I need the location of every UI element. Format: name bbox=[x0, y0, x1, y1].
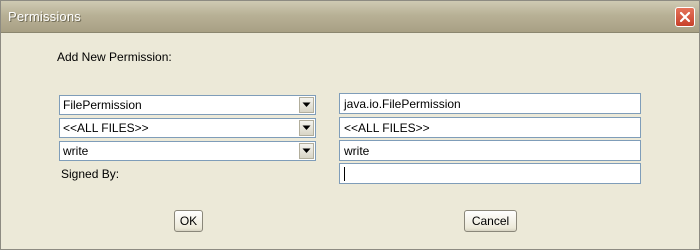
chevron-down-icon bbox=[302, 148, 311, 153]
actions-dropdown[interactable]: write bbox=[59, 141, 316, 161]
ok-button[interactable]: OK bbox=[174, 210, 203, 232]
actions-text: write bbox=[344, 144, 370, 158]
target-name-dropdown-button[interactable] bbox=[299, 120, 314, 136]
close-icon bbox=[679, 11, 691, 23]
permission-type-dropdown[interactable]: FilePermission bbox=[59, 95, 316, 115]
title-bar[interactable]: Permissions bbox=[1, 1, 699, 33]
signed-by-label: Signed By: bbox=[61, 167, 120, 181]
target-name-value: <<ALL FILES>> bbox=[63, 121, 149, 135]
cancel-button[interactable]: Cancel bbox=[464, 210, 517, 232]
permission-type-value: FilePermission bbox=[63, 98, 142, 112]
chevron-down-icon bbox=[302, 102, 311, 107]
text-caret bbox=[344, 167, 345, 181]
permission-type-dropdown-button[interactable] bbox=[299, 97, 314, 113]
chevron-down-icon bbox=[302, 125, 311, 130]
target-name-dropdown[interactable]: <<ALL FILES>> bbox=[59, 118, 316, 138]
target-name-text: <<ALL FILES>> bbox=[344, 121, 430, 135]
target-name-field[interactable]: <<ALL FILES>> bbox=[339, 117, 641, 138]
close-button[interactable] bbox=[675, 7, 695, 27]
permission-class-text: java.io.FilePermission bbox=[344, 97, 461, 111]
permissions-dialog: Permissions Add New Permission: FilePerm… bbox=[0, 0, 700, 250]
actions-field[interactable]: write bbox=[339, 140, 641, 161]
window-title: Permissions bbox=[8, 9, 81, 24]
signed-by-field[interactable] bbox=[339, 163, 641, 184]
actions-value: write bbox=[63, 144, 89, 158]
actions-dropdown-button[interactable] bbox=[299, 143, 314, 159]
add-permission-heading: Add New Permission: bbox=[57, 50, 172, 64]
permission-class-field[interactable]: java.io.FilePermission bbox=[339, 93, 641, 114]
